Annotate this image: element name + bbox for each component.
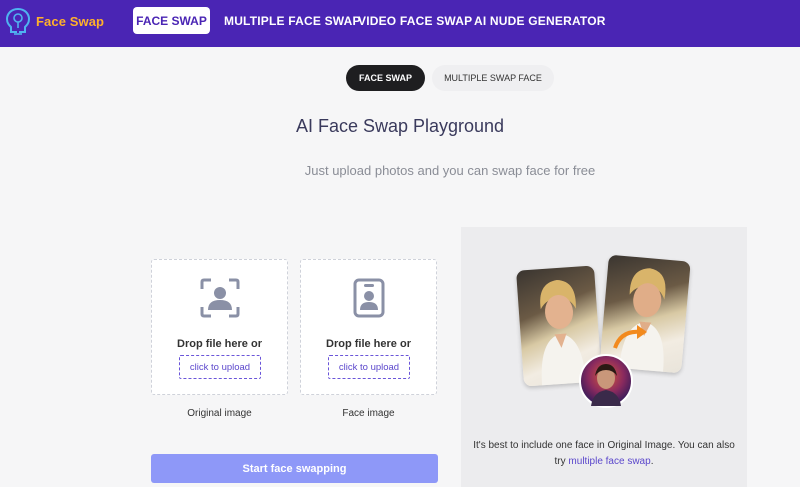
nav-multiple-face-swap[interactable]: MULTIPLE FACE SWAP	[224, 14, 361, 28]
page-subtitle: Just upload photos and you can swap face…	[304, 163, 596, 178]
face-source-avatar	[579, 354, 633, 408]
id-badge-icon	[353, 278, 384, 318]
hint-suffix: .	[650, 456, 654, 467]
face-image-label: Face image	[342, 408, 395, 419]
nav-ai-nude-generator[interactable]: AI NUDE GENERATOR	[474, 14, 606, 28]
original-image-label: Original image	[187, 408, 252, 419]
start-face-swapping-button[interactable]: Start face swapping	[151, 454, 438, 483]
nav-face-swap[interactable]: FACE SWAP	[133, 7, 210, 34]
nav-video-face-swap[interactable]: VIDEO FACE SWAP	[358, 14, 472, 28]
face-image-dropzone[interactable]: Drop file here or click to upload	[300, 259, 437, 395]
click-to-upload-button[interactable]: click to upload	[179, 355, 261, 379]
tab-face-swap[interactable]: FACE SWAP	[346, 65, 425, 91]
brain-bulb-icon	[5, 8, 31, 35]
click-to-upload-button[interactable]: click to upload	[328, 355, 410, 379]
drop-text: Drop file here or	[177, 338, 262, 350]
tab-multiple-swap-face[interactable]: MULTIPLE SWAP FACE	[432, 65, 554, 91]
page-title: AI Face Swap Playground	[295, 116, 505, 136]
face-silhouette-icon	[591, 364, 621, 406]
multiple-face-swap-link[interactable]: multiple face swap	[568, 456, 650, 467]
drop-text: Drop file here or	[326, 338, 411, 350]
face-scan-icon	[200, 278, 239, 318]
original-image-dropzone[interactable]: Drop file here or click to upload	[151, 259, 288, 395]
curved-arrow-icon	[613, 325, 647, 349]
logo[interactable]: Face Swap	[4, 6, 104, 36]
hint-text: It's best to include one face in Origina…	[461, 438, 747, 470]
brand-name: Face Swap	[36, 13, 105, 29]
top-navbar: Face Swap FACE SWAP MULTIPLE FACE SWAP V…	[0, 0, 800, 47]
